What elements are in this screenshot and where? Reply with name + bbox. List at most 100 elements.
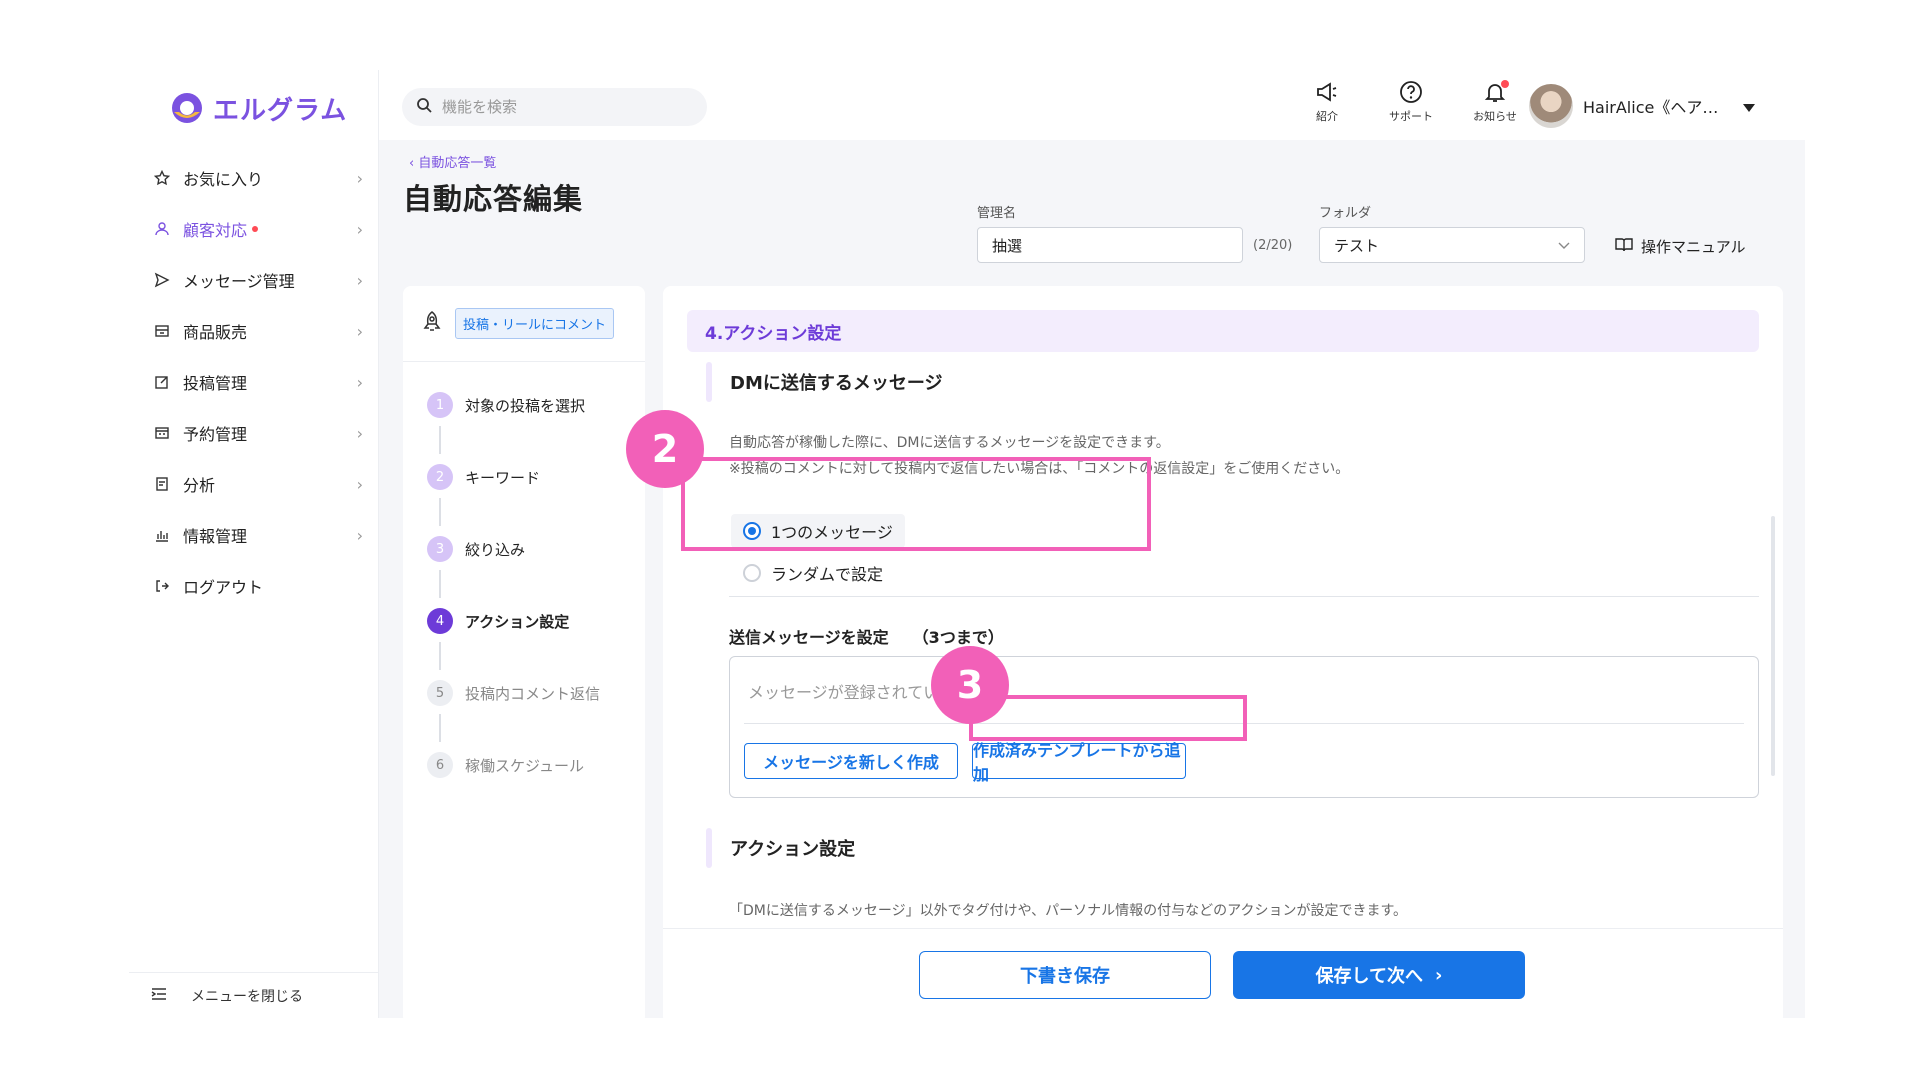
step-4[interactable]: 4 アクション設定 bbox=[427, 608, 569, 634]
chevron-right-icon: › bbox=[356, 220, 363, 239]
highlight-box-template bbox=[969, 695, 1247, 741]
new-message-button[interactable]: メッセージを新しく作成 bbox=[744, 743, 958, 779]
folder-value: テスト bbox=[1334, 236, 1380, 255]
logo-icon bbox=[169, 90, 205, 126]
avatar bbox=[1529, 84, 1573, 128]
intro-button[interactable]: 紹介 bbox=[1299, 80, 1355, 124]
chevron-right-icon: › bbox=[356, 271, 363, 290]
step-1[interactable]: 1 対象の投稿を選択 bbox=[427, 392, 585, 418]
heading-accent bbox=[706, 362, 712, 402]
manual-link[interactable]: 操作マニュアル bbox=[1615, 236, 1746, 257]
sidebar: エルグラム お気に入り › 顧客対応 › メッセージ管理 › 商品販売 › 投稿… bbox=[129, 70, 379, 1018]
sidebar-item-logout[interactable]: ログアウト bbox=[151, 560, 371, 611]
save-next-button[interactable]: 保存して次へ › bbox=[1233, 951, 1525, 999]
action-description: 「DMに送信するメッセージ」以外でタグ付けや、パーソナル情報の付与などのアクショ… bbox=[729, 903, 1408, 919]
sidebar-item-label: 予約管理 bbox=[183, 424, 248, 444]
sidebar-item-label: 分析 bbox=[183, 475, 216, 495]
sidebar-item-label: ログアウト bbox=[183, 577, 264, 597]
highlight-box-radio bbox=[681, 457, 1151, 551]
sidebar-item-favorites[interactable]: お気に入り › bbox=[151, 152, 371, 203]
step-connector bbox=[439, 642, 441, 670]
name-counter: (2/20) bbox=[1253, 238, 1293, 253]
user-name: HairAlice《ヘアア… bbox=[1583, 98, 1733, 117]
calendar-icon bbox=[151, 425, 173, 441]
folder-select[interactable]: テスト bbox=[1319, 227, 1585, 263]
radio-random-message[interactable]: ランダムで設定 bbox=[731, 556, 895, 590]
action-heading: アクション設定 bbox=[706, 828, 855, 868]
sidebar-item-label: メッセージ管理 bbox=[183, 271, 295, 291]
step-connector bbox=[439, 714, 441, 742]
search-bar[interactable] bbox=[402, 88, 707, 126]
heading-accent bbox=[706, 828, 712, 868]
save-draft-button[interactable]: 下書き保存 bbox=[919, 951, 1211, 999]
send-message-label: 送信メッセージを設定 （3つまで） bbox=[729, 628, 1004, 647]
annotation-badge-2: 2 bbox=[626, 410, 704, 488]
manual-label: 操作マニュアル bbox=[1641, 238, 1746, 256]
chevron-right-icon: › bbox=[356, 424, 363, 443]
logout-icon bbox=[151, 578, 173, 594]
content-panel: 4.アクション設定 DMに送信するメッセージ 自動応答が稼働した際に、DMに送信… bbox=[663, 286, 1783, 1024]
notifications-label: お知らせ bbox=[1473, 110, 1517, 123]
send-icon bbox=[151, 272, 173, 288]
sidebar-item-analytics[interactable]: 分析 › bbox=[151, 458, 371, 509]
help-icon bbox=[1400, 81, 1422, 103]
steps-panel: 投稿・リールにコメント 1 対象の投稿を選択 2 キーワード 3 絞り込み 4 … bbox=[403, 286, 645, 1024]
chevron-right-icon: › bbox=[356, 475, 363, 494]
step-connector bbox=[439, 426, 441, 454]
notification-dot bbox=[252, 225, 259, 232]
logo[interactable]: エルグラム bbox=[169, 86, 347, 130]
template-add-button[interactable]: 作成済みテンプレートから追加 bbox=[972, 741, 1186, 784]
breadcrumb[interactable]: ‹ 自動応答一覧 bbox=[409, 152, 496, 171]
chevron-right-icon: › bbox=[356, 526, 363, 545]
rocket-icon bbox=[421, 310, 443, 338]
header-icons: 紹介 サポート お知らせ bbox=[1299, 80, 1523, 124]
main-area: ‹ 自動応答一覧 自動応答編集 管理名 抽選 (2/20) フォルダ テスト 操… bbox=[379, 140, 1805, 1024]
search-input[interactable] bbox=[442, 98, 682, 116]
section-title: 4.アクション設定 bbox=[687, 310, 1759, 352]
step-5[interactable]: 5 投稿内コメント返信 bbox=[427, 680, 600, 706]
person-icon bbox=[151, 221, 173, 237]
trigger-row: 投稿・リールにコメント bbox=[403, 286, 645, 362]
caret-down-icon bbox=[1743, 97, 1755, 116]
folder-label: フォルダ bbox=[1319, 206, 1372, 221]
sidebar-item-reservations[interactable]: 予約管理 › bbox=[151, 407, 371, 458]
sidebar-item-messages[interactable]: メッセージ管理 › bbox=[151, 254, 371, 305]
notifications-button[interactable]: お知らせ bbox=[1467, 80, 1523, 124]
user-menu[interactable]: HairAlice《ヘアア… bbox=[1529, 84, 1755, 128]
star-icon bbox=[151, 169, 173, 186]
step-6[interactable]: 6 稼働スケジュール bbox=[427, 752, 584, 778]
sidebar-item-customer[interactable]: 顧客対応 › bbox=[151, 203, 371, 254]
sidebar-item-label: お気に入り bbox=[183, 169, 264, 189]
chevron-right-icon: › bbox=[356, 322, 363, 341]
radio-button[interactable] bbox=[743, 564, 761, 582]
sidebar-item-posts[interactable]: 投稿管理 › bbox=[151, 356, 371, 407]
close-menu-button[interactable]: メニューを閉じる bbox=[129, 972, 379, 1018]
sidebar-item-info[interactable]: 情報管理 › bbox=[151, 509, 371, 560]
dm-heading: DMに送信するメッセージ bbox=[706, 362, 943, 402]
page-title: 自動応答編集 bbox=[403, 182, 584, 216]
bar-chart-icon bbox=[151, 527, 173, 543]
sidebar-item-sales[interactable]: 商品販売 › bbox=[151, 305, 371, 356]
book-icon bbox=[1615, 237, 1633, 257]
name-label: 管理名 bbox=[977, 206, 1017, 221]
scrollbar[interactable] bbox=[1771, 516, 1775, 776]
sidebar-item-label: 商品販売 bbox=[183, 322, 248, 342]
search-icon bbox=[416, 97, 432, 117]
sidebar-item-label: 情報管理 bbox=[183, 526, 248, 546]
dm-description-1: 自動応答が稼働した際に、DMに送信するメッセージを設定できます。 bbox=[729, 435, 1170, 451]
edit-icon bbox=[151, 374, 173, 390]
sidebar-nav: お気に入り › 顧客対応 › メッセージ管理 › 商品販売 › 投稿管理 › 予… bbox=[151, 152, 371, 611]
footer-actions: 下書き保存 保存して次へ › bbox=[663, 928, 1783, 1024]
chevron-right-icon: › bbox=[1435, 964, 1443, 986]
support-button[interactable]: サポート bbox=[1383, 80, 1439, 124]
annotation-badge-3: 3 bbox=[931, 646, 1009, 724]
name-field[interactable]: 抽選 bbox=[977, 227, 1243, 263]
sidebar-item-label: 顧客対応 bbox=[183, 220, 248, 240]
step-3[interactable]: 3 絞り込み bbox=[427, 536, 525, 562]
menu-collapse-icon bbox=[151, 987, 167, 1005]
step-2[interactable]: 2 キーワード bbox=[427, 464, 540, 490]
notification-dot bbox=[1501, 80, 1509, 88]
close-menu-label: メニューを閉じる bbox=[191, 988, 303, 1005]
trigger-tag: 投稿・リールにコメント bbox=[455, 308, 615, 339]
chevron-right-icon: › bbox=[356, 169, 363, 188]
